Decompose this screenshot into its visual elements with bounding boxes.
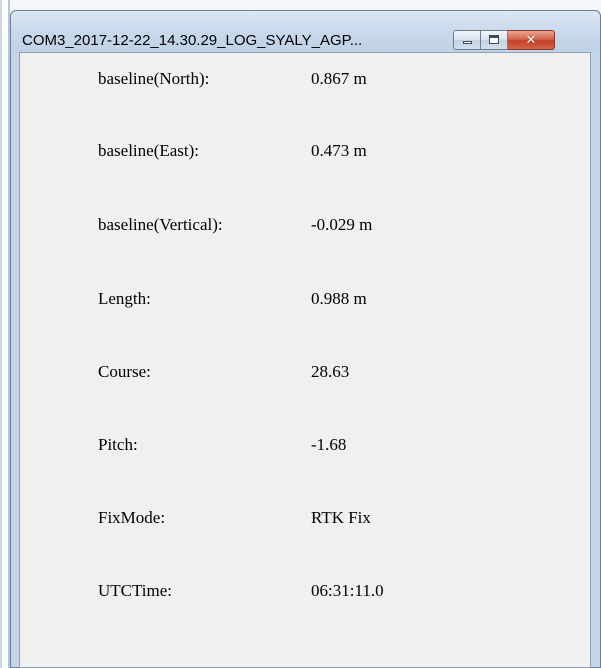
- status-panel: baseline(North): 0.867 m baseline(East):…: [19, 52, 591, 668]
- field-value: 28.63: [311, 362, 350, 381]
- field-label: baseline(Vertical):: [98, 215, 223, 234]
- field-row-pitch: Pitch: -1.68: [20, 435, 590, 459]
- field-row-course: Course: 28.63: [20, 362, 590, 386]
- log-window[interactable]: COM3_2017-12-22_14.30.29_LOG_SYALY_AGP..…: [10, 10, 601, 668]
- field-value: -1.68: [311, 435, 347, 454]
- maximize-icon: [489, 35, 499, 44]
- field-row-utctime: UTCTime: 06:31:11.0: [20, 581, 590, 605]
- field-value: -0.029 m: [311, 215, 373, 234]
- minimize-button[interactable]: [453, 30, 481, 50]
- field-label: Length:: [98, 289, 151, 308]
- field-value: 0.867 m: [311, 69, 367, 88]
- field-label: UTCTime:: [98, 581, 173, 600]
- window-titlebar[interactable]: COM3_2017-12-22_14.30.29_LOG_SYALY_AGP..…: [11, 11, 600, 53]
- field-row-fixmode: FixMode: RTK Fix: [20, 508, 590, 532]
- field-value: RTK Fix: [311, 508, 371, 527]
- desktop-background: COM3_2017-12-22_14.30.29_LOG_SYALY_AGP..…: [0, 0, 601, 668]
- field-row-length: Length: 0.988 m: [20, 289, 590, 313]
- field-row-baseline-north: baseline(North): 0.867 m: [20, 69, 590, 93]
- field-label: baseline(North):: [98, 69, 210, 88]
- field-value: 06:31:11.0: [311, 581, 384, 600]
- field-value: 0.473 m: [311, 141, 367, 160]
- field-row-baseline-east: baseline(East): 0.473 m: [20, 141, 590, 165]
- field-label: Pitch:: [98, 435, 138, 454]
- field-label: baseline(East):: [98, 141, 200, 160]
- field-label: FixMode:: [98, 508, 166, 527]
- field-label: Course:: [98, 362, 151, 381]
- window-title: COM3_2017-12-22_14.30.29_LOG_SYALY_AGP..…: [22, 32, 363, 49]
- close-button[interactable]: ✕: [508, 30, 555, 50]
- field-value: 0.988 m: [311, 289, 367, 308]
- background-window-border: [0, 0, 10, 668]
- field-row-baseline-vertical: baseline(Vertical): -0.029 m: [20, 215, 590, 239]
- maximize-button[interactable]: [481, 30, 508, 50]
- window-controls: ✕: [453, 30, 555, 50]
- minimize-icon: [463, 41, 472, 44]
- close-icon: ✕: [525, 32, 537, 48]
